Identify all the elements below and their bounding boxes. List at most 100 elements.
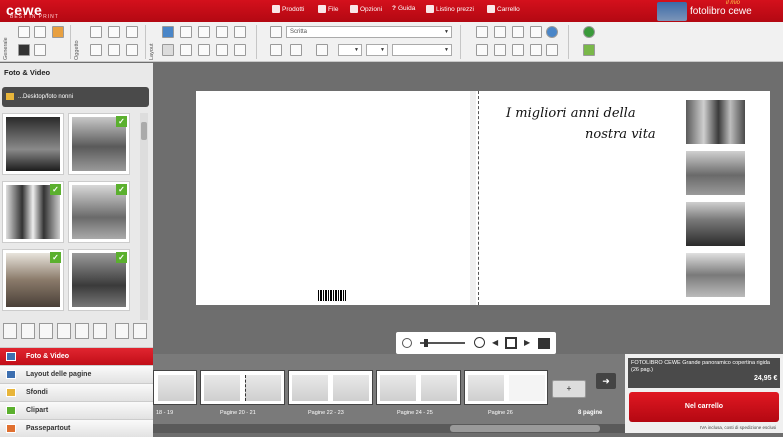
menu-carrello[interactable]: Carrello (487, 5, 520, 13)
nav-clipart[interactable]: Clipart (0, 401, 153, 419)
scrollbar-thumb[interactable] (141, 122, 147, 140)
photo-edit-icon[interactable] (52, 26, 64, 38)
folder-path-button[interactable]: ...Desktop/foto nonni (2, 87, 149, 107)
photo-thumb[interactable]: ✓ (68, 249, 130, 311)
menu-listino[interactable]: Listino prezzi (426, 5, 474, 13)
page-preview (158, 375, 194, 401)
cover-title-line1[interactable]: I migliori anni della (506, 106, 636, 121)
photo-thumb[interactable]: ✓ (2, 181, 64, 243)
paste-icon[interactable] (108, 26, 120, 38)
zoom-in-icon[interactable] (21, 323, 35, 339)
view-large-icon[interactable] (75, 323, 89, 339)
zoom-out-icon[interactable] (3, 323, 17, 339)
flag-icon[interactable] (126, 26, 138, 38)
add-to-cart-button[interactable]: Nel carrello (629, 392, 779, 422)
settings-icon[interactable] (34, 44, 46, 56)
next-spread-icon[interactable]: ➜ (596, 373, 616, 389)
grid-d-icon[interactable] (530, 44, 542, 56)
zoom-in-icon[interactable] (474, 337, 485, 348)
delete-icon[interactable] (126, 44, 138, 56)
text-color-select[interactable] (338, 44, 362, 56)
nav-passepartout[interactable]: Passepartout (0, 419, 153, 437)
align-icon[interactable] (162, 26, 174, 38)
zoom-slider-handle[interactable] (424, 339, 428, 347)
frame-icon[interactable] (216, 26, 228, 38)
font-size-select[interactable] (392, 44, 452, 56)
next-page-icon[interactable]: ▶ (524, 338, 530, 347)
flip-icon[interactable] (180, 44, 192, 56)
view-small-icon[interactable] (39, 323, 53, 339)
menu-prodotti[interactable]: Prodotti (272, 5, 304, 13)
rotate-icon[interactable] (180, 26, 192, 38)
menu-guida[interactable]: ? Guida (392, 5, 415, 12)
highlight-select[interactable] (366, 44, 388, 56)
underline-icon[interactable] (316, 44, 328, 56)
photo-thumb[interactable]: ✓ (68, 181, 130, 243)
border-icon[interactable] (216, 44, 228, 56)
spread-thumb[interactable] (464, 370, 548, 405)
book-spread[interactable] (196, 91, 770, 305)
brand-name: fotolibro cewe (690, 6, 752, 17)
shadow-icon[interactable] (198, 44, 210, 56)
layout-c-icon[interactable] (512, 26, 524, 38)
cover-photo[interactable] (686, 202, 745, 246)
nav-sfondi[interactable]: Sfondi (0, 383, 153, 401)
spread-thumb[interactable] (376, 370, 461, 405)
photo-icon (6, 352, 16, 361)
fit-screen-icon[interactable] (505, 337, 517, 349)
layout-d-icon[interactable] (530, 26, 542, 38)
page-preview (333, 375, 369, 401)
nav-layout[interactable]: Layout delle pagine (0, 365, 153, 383)
sort-icon[interactable] (115, 323, 129, 339)
export-icon[interactable] (583, 44, 595, 56)
photo-thumb[interactable] (2, 113, 64, 175)
spread-thumb[interactable] (200, 370, 285, 405)
transparency-icon[interactable] (234, 44, 246, 56)
grid-c-icon[interactable] (512, 44, 524, 56)
layout-b-icon[interactable] (494, 26, 506, 38)
products-icon (272, 5, 280, 13)
nav-foto-video[interactable]: Foto & Video (0, 347, 153, 365)
grid-a-icon[interactable] (476, 44, 488, 56)
copy-icon[interactable] (90, 26, 102, 38)
rotate-left-icon[interactable] (162, 44, 174, 56)
product-price: 24,95 € (754, 375, 778, 382)
grid-b-icon[interactable] (494, 44, 506, 56)
cut-icon[interactable] (90, 44, 102, 56)
text-icon[interactable] (270, 26, 282, 38)
zoom-out-icon[interactable] (402, 338, 412, 348)
spread-thumb[interactable] (288, 370, 373, 405)
web-icon[interactable] (583, 26, 595, 38)
bold-icon[interactable] (270, 44, 282, 56)
globe-icon[interactable] (546, 26, 558, 38)
menu-file[interactable]: File (318, 5, 338, 13)
cover-photo[interactable] (686, 253, 745, 297)
filter-icon[interactable] (133, 323, 147, 339)
add-pages-button[interactable]: + (552, 380, 586, 398)
filmstrip-scroll-thumb[interactable] (450, 425, 600, 432)
cover-photo[interactable] (686, 100, 745, 144)
crop-icon[interactable] (198, 26, 210, 38)
cover-title-line2[interactable]: nostra vita (585, 127, 656, 142)
prev-page-icon[interactable]: ◀ (492, 338, 498, 347)
preview-icon[interactable] (538, 338, 550, 349)
grid-e-icon[interactable] (546, 44, 558, 56)
font-select[interactable]: Scritta (286, 26, 452, 38)
check-icon: ✓ (50, 184, 61, 195)
spread-thumb[interactable] (153, 370, 197, 405)
view-list-icon[interactable] (93, 323, 107, 339)
page-preview (468, 375, 504, 401)
italic-icon[interactable] (290, 44, 302, 56)
new-icon[interactable] (18, 26, 30, 38)
cover-photo[interactable] (686, 151, 745, 195)
menu-opzioni[interactable]: Opzioni (350, 5, 382, 13)
undo-icon[interactable] (34, 26, 46, 38)
photo-thumb[interactable]: ✓ (2, 249, 64, 311)
arrange-icon[interactable] (234, 26, 246, 38)
save-icon[interactable] (18, 44, 30, 56)
photo-scrollbar[interactable] (140, 113, 148, 320)
photo-thumb[interactable]: ✓ (68, 113, 130, 175)
duplicate-icon[interactable] (108, 44, 120, 56)
layout-a-icon[interactable] (476, 26, 488, 38)
view-medium-icon[interactable] (57, 323, 71, 339)
